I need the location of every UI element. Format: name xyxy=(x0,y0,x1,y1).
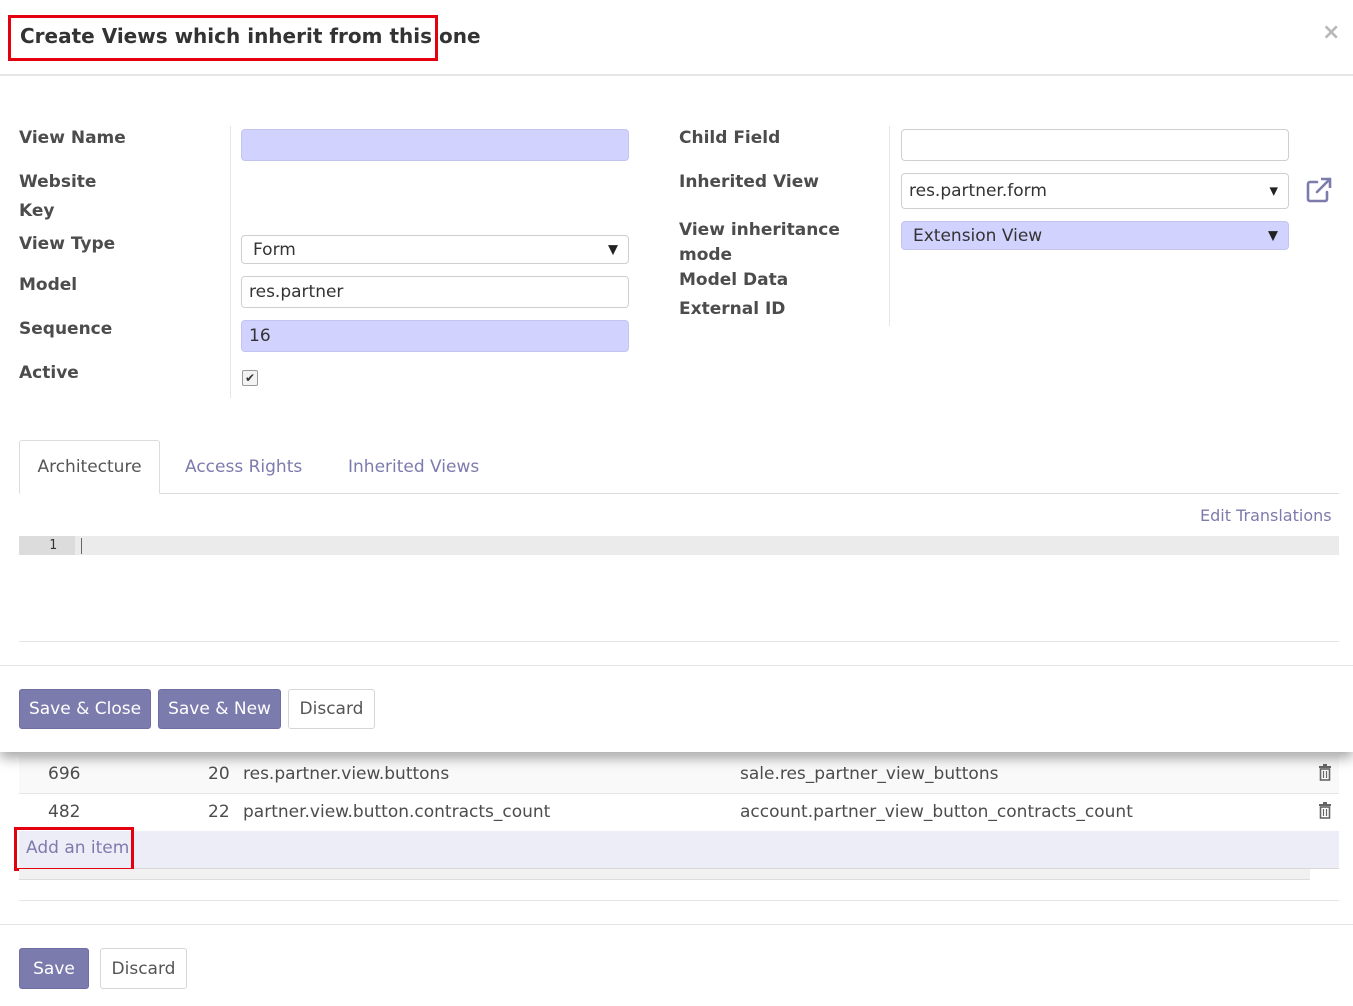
label-inherited-view: Inherited View xyxy=(679,172,819,192)
highlight-add-item xyxy=(14,827,134,871)
view-name-input[interactable] xyxy=(241,129,629,161)
tab-architecture[interactable]: Architecture xyxy=(19,440,160,494)
add-item-row xyxy=(19,831,1339,869)
text-cursor xyxy=(81,538,82,554)
label-view-inheritance: View inheritance xyxy=(679,220,840,240)
external-link-icon[interactable] xyxy=(1305,176,1333,204)
save-new-button[interactable]: Save & New xyxy=(158,689,281,729)
highlight-title xyxy=(8,15,438,61)
horizontal-scrollbar[interactable] xyxy=(19,869,1310,880)
child-field-input[interactable] xyxy=(901,129,1289,161)
row-id: 482 xyxy=(48,802,81,822)
chevron-down-icon: ▼ xyxy=(608,242,618,257)
label-key: Key xyxy=(19,201,55,221)
label-website: Website xyxy=(19,172,97,192)
footer-divider xyxy=(0,665,1353,666)
line-number: 1 xyxy=(19,536,75,555)
sequence-input[interactable]: 16 xyxy=(241,320,629,352)
close-icon[interactable]: × xyxy=(1322,20,1340,45)
row-sequence: 22 xyxy=(208,802,230,822)
view-type-select[interactable]: Form ▼ xyxy=(241,235,629,264)
discard-button[interactable]: Discard xyxy=(288,689,375,729)
field-separator xyxy=(889,126,890,326)
label-child-field: Child Field xyxy=(679,128,781,148)
model-input[interactable]: res.partner xyxy=(241,276,629,308)
row-sequence: 20 xyxy=(208,764,230,784)
label-view-name: View Name xyxy=(19,128,126,148)
trash-icon[interactable] xyxy=(1316,762,1334,784)
caret-down-icon: ▼ xyxy=(1269,184,1278,198)
create-view-dialog: Create Views which inherit from this one… xyxy=(0,0,1353,752)
tab-access-rights[interactable]: Access Rights xyxy=(185,440,302,494)
table-row[interactable]: 482 22 partner.view.button.contracts_cou… xyxy=(19,793,1339,832)
label-sequence: Sequence xyxy=(19,319,113,339)
inherited-view-value: res.partner.form xyxy=(909,181,1047,201)
label-view-type: View Type xyxy=(19,234,116,254)
trash-icon[interactable] xyxy=(1316,800,1334,822)
label-model-data: Model Data xyxy=(679,270,789,290)
header-divider xyxy=(0,74,1353,76)
view-type-value: Form xyxy=(253,239,296,260)
inheritance-mode-value: Extension View xyxy=(913,225,1043,246)
editor-bottom-border xyxy=(19,641,1339,642)
code-editor[interactable] xyxy=(19,536,1339,555)
field-separator xyxy=(230,126,231,398)
label-mode: mode xyxy=(679,245,733,265)
inheritance-mode-select[interactable]: Extension View ▼ xyxy=(901,221,1289,250)
row-name: partner.view.button.contracts_count xyxy=(243,802,551,822)
label-active: Active xyxy=(19,363,79,383)
edit-translations-link[interactable]: Edit Translations xyxy=(1200,506,1332,525)
tab-inherited-views[interactable]: Inherited Views xyxy=(348,440,479,494)
inherited-view-select[interactable]: res.partner.form ▼ xyxy=(901,173,1289,209)
row-name: res.partner.view.buttons xyxy=(243,764,450,784)
row-xml-id: sale.res_partner_view_buttons xyxy=(740,764,999,784)
save-button[interactable]: Save xyxy=(19,948,89,989)
table-row[interactable]: 696 20 res.partner.view.buttons sale.res… xyxy=(19,755,1339,794)
row-id: 696 xyxy=(48,764,81,784)
label-model: Model xyxy=(19,275,78,295)
label-external-id: External ID xyxy=(679,299,786,319)
chevron-down-icon: ▼ xyxy=(1268,228,1278,243)
row-xml-id: account.partner_view_button_contracts_co… xyxy=(740,802,1133,822)
divider xyxy=(19,900,1339,901)
save-close-button[interactable]: Save & Close xyxy=(19,689,151,729)
active-checkbox[interactable]: ✔ xyxy=(242,370,258,386)
discard-button[interactable]: Discard xyxy=(100,948,187,989)
divider xyxy=(0,924,1353,925)
